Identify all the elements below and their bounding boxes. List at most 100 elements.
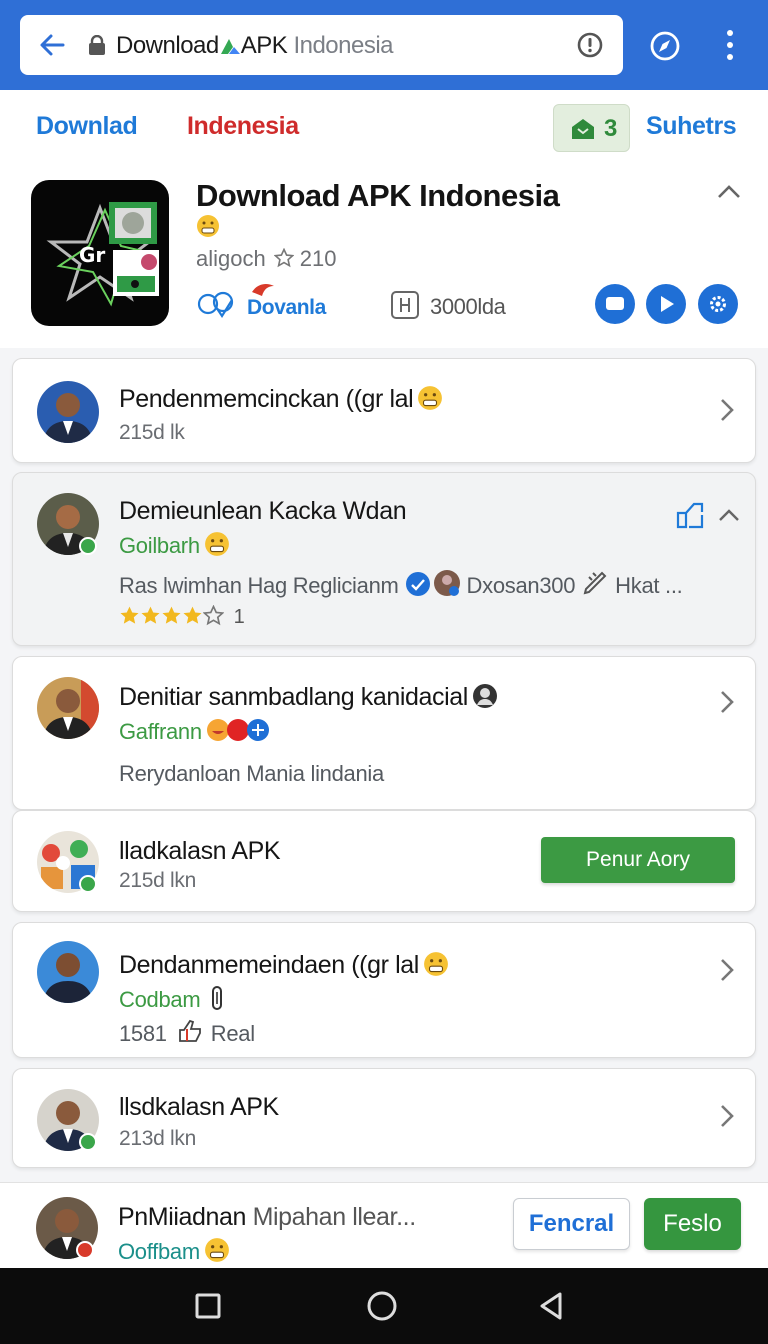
list-item[interactable]: Dendanmemeindaen ((gr lal Codbam 1581 Rea… (12, 922, 756, 1058)
grimace-emoji-icon (418, 386, 443, 410)
item-description: Ras lwimhan Hag Reglicianm Dxosan300 Hkat … (119, 569, 683, 599)
item-subtitle: Codbam (119, 985, 226, 1013)
grimace-emoji-icon (204, 1238, 229, 1262)
chevron-right-icon[interactable] (719, 397, 735, 423)
nav-download-link[interactable]: Downlad (36, 112, 138, 141)
bottom-subtitle-text: Ooffbam (118, 1239, 200, 1264)
badge-count: 3 (604, 115, 618, 142)
circle-icon[interactable] (366, 1290, 398, 1322)
star-rating: 1 (119, 605, 245, 629)
status-dot (76, 1241, 94, 1259)
star-filled-icon (141, 606, 160, 624)
item-title: Denitiar sanmbadlang kanidacial (119, 683, 498, 712)
chevron-right-icon[interactable] (719, 1103, 735, 1129)
nav-subscribers-link[interactable]: Suhetrs (646, 112, 737, 141)
item-action-button[interactable]: Penur Aory (541, 837, 735, 883)
lock-icon (89, 35, 105, 55)
app-developer: aligoch 210 (196, 246, 336, 272)
download-button[interactable]: Dovanla (247, 296, 326, 320)
bottom-subtitle: Ooffbam (118, 1237, 230, 1265)
cloud-download-icon (197, 291, 234, 319)
url-rest: Indonesia (293, 32, 394, 59)
settings-icon (710, 296, 726, 312)
reaction-emojis-icon (206, 719, 269, 741)
play-icon (661, 296, 674, 312)
grimace-emoji-icon (197, 215, 219, 237)
primary-button[interactable]: Feslo (644, 1198, 741, 1250)
message-button[interactable] (595, 284, 635, 324)
item-title: Dendanmemeindaen ((gr lal (119, 951, 449, 980)
back-arrow-icon[interactable] (36, 29, 68, 61)
star-outline-icon (203, 605, 224, 626)
item-subtitle: 215d lkn (119, 869, 196, 892)
meta-label: Real (210, 1021, 255, 1046)
item-subtitle: 213d lkn (119, 1127, 196, 1150)
more-vert-icon[interactable] (722, 28, 738, 62)
item-subtitle: Goilbarh (119, 531, 230, 559)
online-status-dot (79, 1133, 97, 1151)
chevron-right-icon[interactable] (719, 957, 735, 983)
site-header: Downlad Indenesia 3 Suhetrs (0, 90, 768, 162)
bottom-title-main: PnMiiadnan (118, 1203, 247, 1231)
list-item[interactable]: Denitiar sanmbadlang kanidacial Gaffrann… (12, 656, 756, 810)
chevron-right-icon[interactable] (719, 689, 735, 715)
brand-logo-icon (220, 39, 240, 54)
grimace-emoji-icon (423, 952, 448, 976)
bottom-action-bar: PnMiiadnan Mipahan llear... Ooffbam Fenc… (0, 1182, 768, 1268)
extra-user[interactable]: Dxosan300 (467, 573, 576, 598)
info-icon[interactable] (577, 32, 603, 58)
edit-icon (583, 571, 607, 595)
online-status-dot (79, 537, 97, 555)
item-title: lladkalasn APK (119, 837, 281, 865)
avatar (37, 381, 99, 443)
app-icon-text: Gr (79, 243, 105, 267)
nav-region-link[interactable]: Indenesia (187, 112, 299, 141)
item-title: Demieunlean Kacka Wdan (119, 497, 407, 525)
list-item[interactable]: Pendenmemcinckan ((gr lal 215d lk (12, 358, 756, 463)
user-circle-icon (472, 684, 497, 708)
item-description-text: Ras lwimhan Hag Reglicianm (119, 573, 399, 598)
avatar (37, 941, 99, 1003)
rating-count: 210 (299, 246, 337, 271)
play-button[interactable] (646, 284, 686, 324)
app-icon-art: Gr (46, 202, 159, 307)
item-meta: 1581 Real (119, 1019, 255, 1047)
item-title-text: Pendenmemcinckan ((gr lal (119, 385, 414, 413)
developer-name[interactable]: aligoch (196, 246, 266, 271)
list-item-expanded[interactable]: Demieunlean Kacka Wdan Goilbarh Ras lwim… (12, 472, 756, 646)
square-icon[interactable] (192, 1290, 224, 1322)
message-icon (606, 297, 624, 310)
url-text: Download APK Indonesia (116, 32, 394, 60)
triangle-back-icon[interactable] (536, 1290, 568, 1322)
chevron-up-icon[interactable] (717, 507, 741, 523)
avatar-small (433, 570, 460, 596)
compass-icon[interactable] (649, 30, 681, 62)
avatar (37, 677, 99, 739)
item-subtitle: 215d lk (119, 421, 185, 444)
item-title-text: Dendanmemeindaen ((gr lal (119, 951, 419, 979)
verified-icon (405, 572, 430, 596)
app-hero: Gr Download APK Indonesia aligoch 210 Dov… (0, 162, 768, 348)
bottom-title: PnMiiadnan Mipahan llear... (118, 1203, 416, 1232)
settings-button[interactable] (698, 284, 738, 324)
storage-icon (391, 291, 419, 319)
star-filled-icon (183, 606, 202, 624)
chevron-up-icon[interactable] (716, 182, 742, 200)
secondary-button[interactable]: Fencral (513, 1198, 630, 1250)
share-icon[interactable] (675, 501, 705, 529)
list-item[interactable]: lladkalasn APK 215d lkn Penur Aory (12, 810, 756, 912)
item-subtitle-text: Codbam (119, 987, 201, 1012)
app-icon[interactable]: Gr (31, 180, 169, 326)
address-bar[interactable]: Download APK Indonesia (20, 15, 623, 75)
app-size: 3000lda (430, 294, 506, 319)
inbox-badge-button[interactable]: 3 (553, 104, 630, 152)
item-subtitle-text: Gaffrann (119, 719, 202, 744)
star-filled-icon (162, 606, 181, 624)
bottom-title-rest: Mipahan llear... (252, 1203, 417, 1231)
url-brand-suffix: APK (240, 32, 288, 59)
inbox-icon (572, 119, 594, 139)
list-item[interactable]: llsdkalasn APK 213d lkn (12, 1068, 756, 1168)
app-title: Download APK Indonesia (196, 178, 560, 213)
item-title: llsdkalasn APK (119, 1093, 279, 1121)
meta-number: 1581 (119, 1021, 167, 1046)
